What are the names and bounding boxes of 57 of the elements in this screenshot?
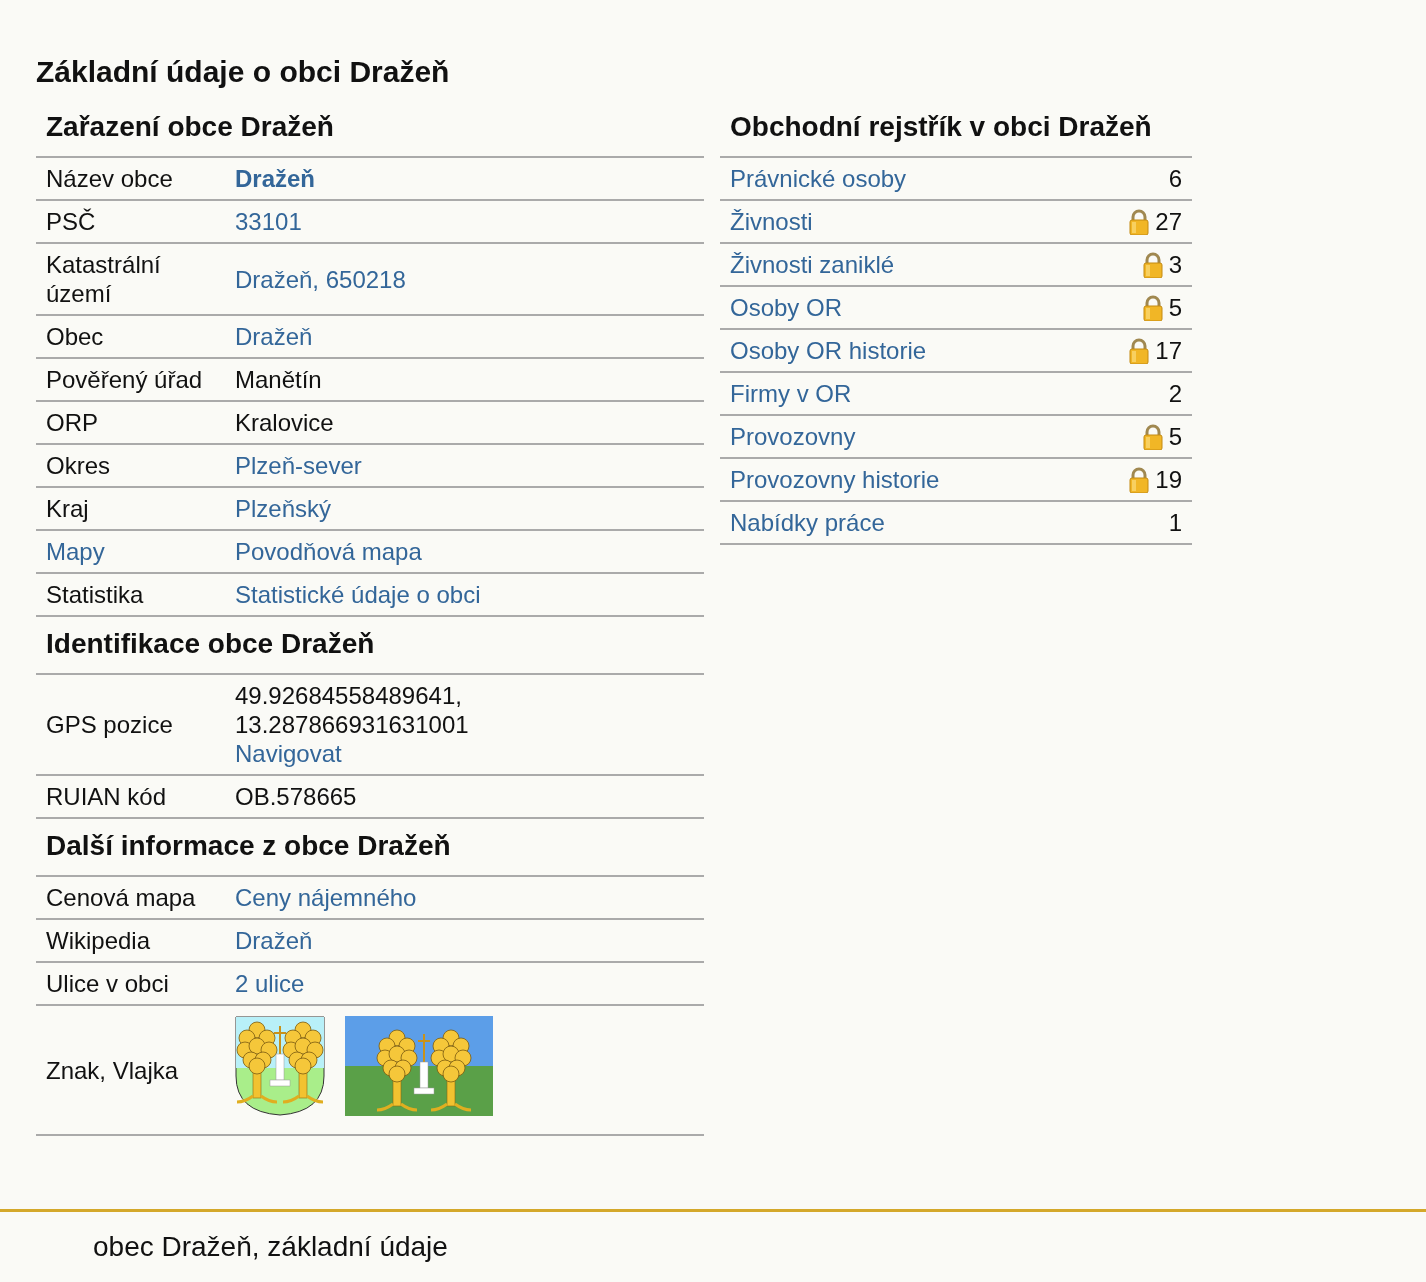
count-value: 5 (1168, 422, 1182, 451)
row-label: Pověřený úřad (46, 365, 203, 394)
count-value: 2 (1168, 379, 1182, 408)
count-value: 27 (1155, 207, 1182, 236)
row-label: Obec (46, 322, 104, 351)
row-label: GPS pozice (46, 710, 173, 739)
register-link[interactable]: Provozovny historie (730, 465, 1130, 494)
count-value: 3 (1168, 250, 1182, 279)
value-link[interactable]: Dražeň (235, 926, 313, 955)
row-value: Manětín (235, 365, 322, 394)
row-label: Cenová mapa (46, 883, 196, 912)
count-value: 19 (1155, 465, 1182, 494)
row-label: Kraj (46, 494, 89, 523)
value-link[interactable]: 33101 (235, 207, 302, 236)
row-label: Okres (46, 451, 110, 480)
register-link[interactable]: Právnické osoby (730, 164, 1169, 193)
section-heading: Zařazení obce Dražeň (46, 110, 334, 144)
register-link[interactable]: Firmy v OR (730, 379, 1169, 408)
value-link[interactable]: 2 ulice (235, 969, 305, 998)
row-label: Katastrální území (46, 250, 162, 308)
value-link[interactable]: Statistické údaje o obci (235, 580, 481, 609)
row-label: RUIAN kód (46, 782, 167, 811)
count-value: 17 (1155, 336, 1182, 365)
label-link[interactable]: Mapy (46, 538, 105, 565)
value-link[interactable]: Plzeňský (235, 494, 332, 523)
register-link[interactable]: Provozovny (730, 422, 1143, 451)
footer-text: obec Dražeň, základní údaje (93, 1231, 448, 1263)
count-value: 6 (1168, 164, 1182, 193)
row-label: Název obce (46, 164, 173, 193)
count-value: 1 (1168, 508, 1182, 537)
section-heading: Další informace z obce Dražeň (46, 829, 451, 863)
row-label: Znak, Vlajka (46, 1055, 179, 1085)
gps-coordinate: 13.287866931631001 (235, 710, 469, 739)
register-link[interactable]: Osoby OR (730, 293, 1143, 322)
page-title: Základní údaje o obci Dražeň (36, 54, 450, 90)
value-link[interactable]: Dražeň (235, 322, 313, 351)
row-label: ORP (46, 408, 98, 437)
value-link[interactable]: Dražeň, 650218 (235, 264, 406, 294)
row-label: Statistika (46, 580, 144, 609)
gps-coordinate: 49.92684558489641, (235, 681, 462, 710)
row-label: Ulice v obci (46, 969, 169, 998)
value-link[interactable]: Ceny nájemného (235, 883, 417, 912)
row-value: Kralovice (235, 408, 334, 437)
row-label: PSČ (46, 207, 96, 236)
value-link[interactable]: Dražeň (235, 164, 316, 193)
row-value: OB.578665 (235, 782, 357, 811)
register-link[interactable]: Živnosti (730, 207, 1130, 236)
register-link[interactable]: Živnosti zaniklé (730, 250, 1143, 279)
row-label: Wikipedia (46, 926, 151, 955)
section-heading: Obchodní rejstřík v obci Dražeň (730, 110, 1152, 144)
navigate-link[interactable]: Navigovat (235, 739, 342, 768)
section-heading: Identifikace obce Dražeň (46, 627, 375, 661)
register-link[interactable]: Osoby OR historie (730, 336, 1130, 365)
value-link[interactable]: Plzeň-sever (235, 451, 362, 480)
value-link[interactable]: Povodňová mapa (235, 537, 422, 566)
count-value: 5 (1168, 293, 1182, 322)
register-link[interactable]: Nabídky práce (730, 508, 1169, 537)
